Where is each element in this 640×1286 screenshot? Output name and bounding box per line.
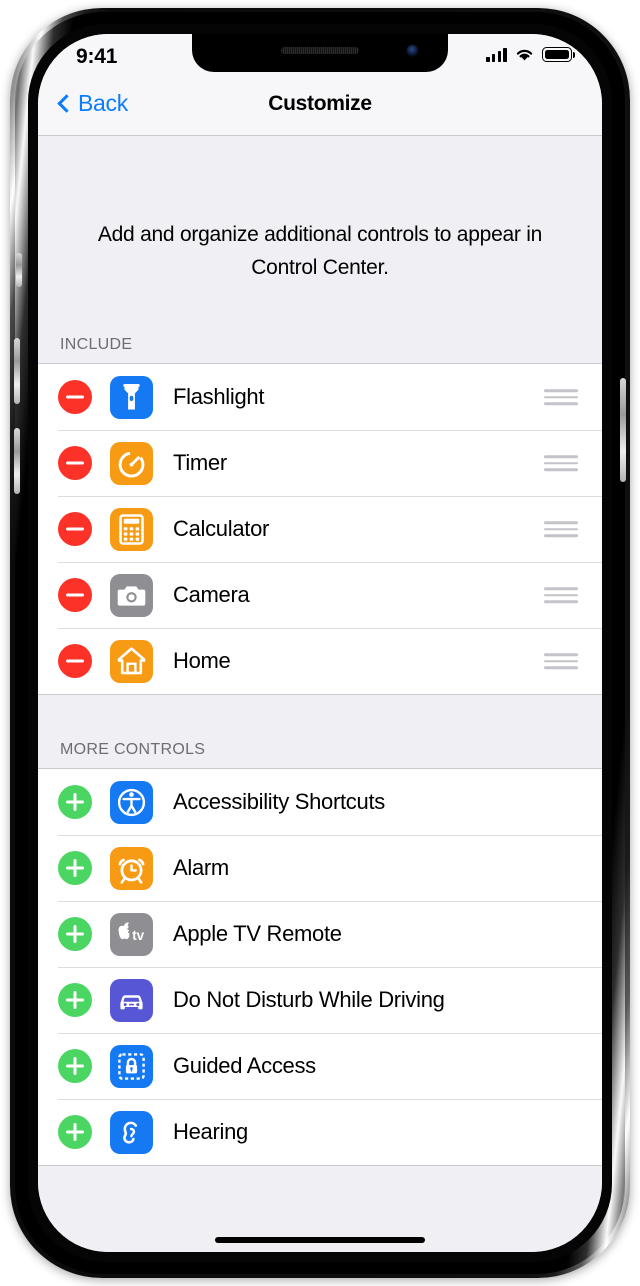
row-label: Hearing [173, 1119, 248, 1145]
intro-description: Add and organize additional controls to … [38, 136, 602, 284]
drag-handle-icon[interactable] [544, 389, 578, 405]
settings-list: Accessibility Shortcuts Alarm tv Apple T… [38, 768, 602, 1166]
volume-up-button[interactable] [14, 338, 20, 404]
table-row[interactable]: Camera [38, 562, 602, 628]
navigation-bar: Back Customize [38, 78, 602, 136]
row-label: Home [173, 648, 231, 674]
guided-access-lock-icon [110, 1045, 153, 1088]
drag-handle-icon[interactable] [544, 455, 578, 471]
row-label: Accessibility Shortcuts [173, 789, 385, 815]
apple-tv-icon: tv [110, 913, 153, 956]
iphone-device-frame: 9:41 Back Customize [10, 8, 630, 1278]
row-label: Alarm [173, 855, 229, 881]
accessibility-icon [110, 781, 153, 824]
table-row[interactable]: Do Not Disturb While Driving [38, 967, 602, 1033]
row-label: Guided Access [173, 1053, 316, 1079]
timer-icon [110, 442, 153, 485]
alarm-clock-icon [110, 847, 153, 890]
front-camera-icon [407, 45, 418, 56]
device-screen: 9:41 Back Customize [38, 34, 602, 1252]
table-row[interactable]: Alarm [38, 835, 602, 901]
table-row[interactable]: Timer [38, 430, 602, 496]
page-title: Customize [38, 92, 602, 116]
camera-icon [110, 574, 153, 617]
cellular-bars-icon [486, 48, 507, 62]
table-row[interactable]: Guided Access [38, 1033, 602, 1099]
plus-circle-icon[interactable] [58, 1115, 92, 1149]
car-icon [110, 979, 153, 1022]
wifi-icon [514, 47, 535, 62]
section-header-include: INCLUDE [38, 284, 602, 363]
battery-full-icon [542, 47, 572, 62]
plus-circle-icon[interactable] [58, 917, 92, 951]
minus-circle-icon[interactable] [58, 644, 92, 678]
row-label: Apple TV Remote [173, 921, 342, 947]
drag-handle-icon[interactable] [544, 653, 578, 669]
table-row[interactable]: Accessibility Shortcuts [38, 769, 602, 835]
side-power-button[interactable] [620, 378, 626, 482]
sections-container: INCLUDE Flashlight Timer [38, 284, 602, 1166]
table-row[interactable]: tv Apple TV Remote [38, 901, 602, 967]
table-row[interactable]: Calculator [38, 496, 602, 562]
row-label: Flashlight [173, 384, 264, 410]
home-indicator[interactable] [215, 1237, 425, 1243]
row-label: Timer [173, 450, 227, 476]
minus-circle-icon[interactable] [58, 578, 92, 612]
ear-icon [110, 1111, 153, 1154]
plus-circle-icon[interactable] [58, 1049, 92, 1083]
row-label: Camera [173, 582, 249, 608]
calculator-icon [110, 508, 153, 551]
table-row[interactable]: Flashlight [38, 364, 602, 430]
plus-circle-icon[interactable] [58, 851, 92, 885]
table-row[interactable]: Hearing [38, 1099, 602, 1165]
row-label: Calculator [173, 516, 269, 542]
drag-handle-icon[interactable] [544, 587, 578, 603]
plus-circle-icon[interactable] [58, 983, 92, 1017]
silent-switch-button[interactable] [16, 253, 22, 287]
table-row[interactable]: Home [38, 628, 602, 694]
notch [192, 34, 448, 72]
volume-down-button[interactable] [14, 428, 20, 494]
home-house-icon [110, 640, 153, 683]
flashlight-icon [110, 376, 153, 419]
section-header-more-controls: MORE CONTROLS [38, 695, 602, 768]
plus-circle-icon[interactable] [58, 785, 92, 819]
minus-circle-icon[interactable] [58, 446, 92, 480]
svg-text:tv: tv [132, 928, 144, 943]
settings-scroll-view[interactable]: Add and organize additional controls to … [38, 136, 602, 1252]
minus-circle-icon[interactable] [58, 380, 92, 414]
status-bar-time: 9:41 [76, 45, 117, 69]
drag-handle-icon[interactable] [544, 521, 578, 537]
earpiece-speaker-icon [281, 47, 359, 54]
minus-circle-icon[interactable] [58, 512, 92, 546]
settings-list: Flashlight Timer [38, 363, 602, 695]
status-bar-indicators [486, 47, 572, 62]
row-label: Do Not Disturb While Driving [173, 987, 445, 1013]
